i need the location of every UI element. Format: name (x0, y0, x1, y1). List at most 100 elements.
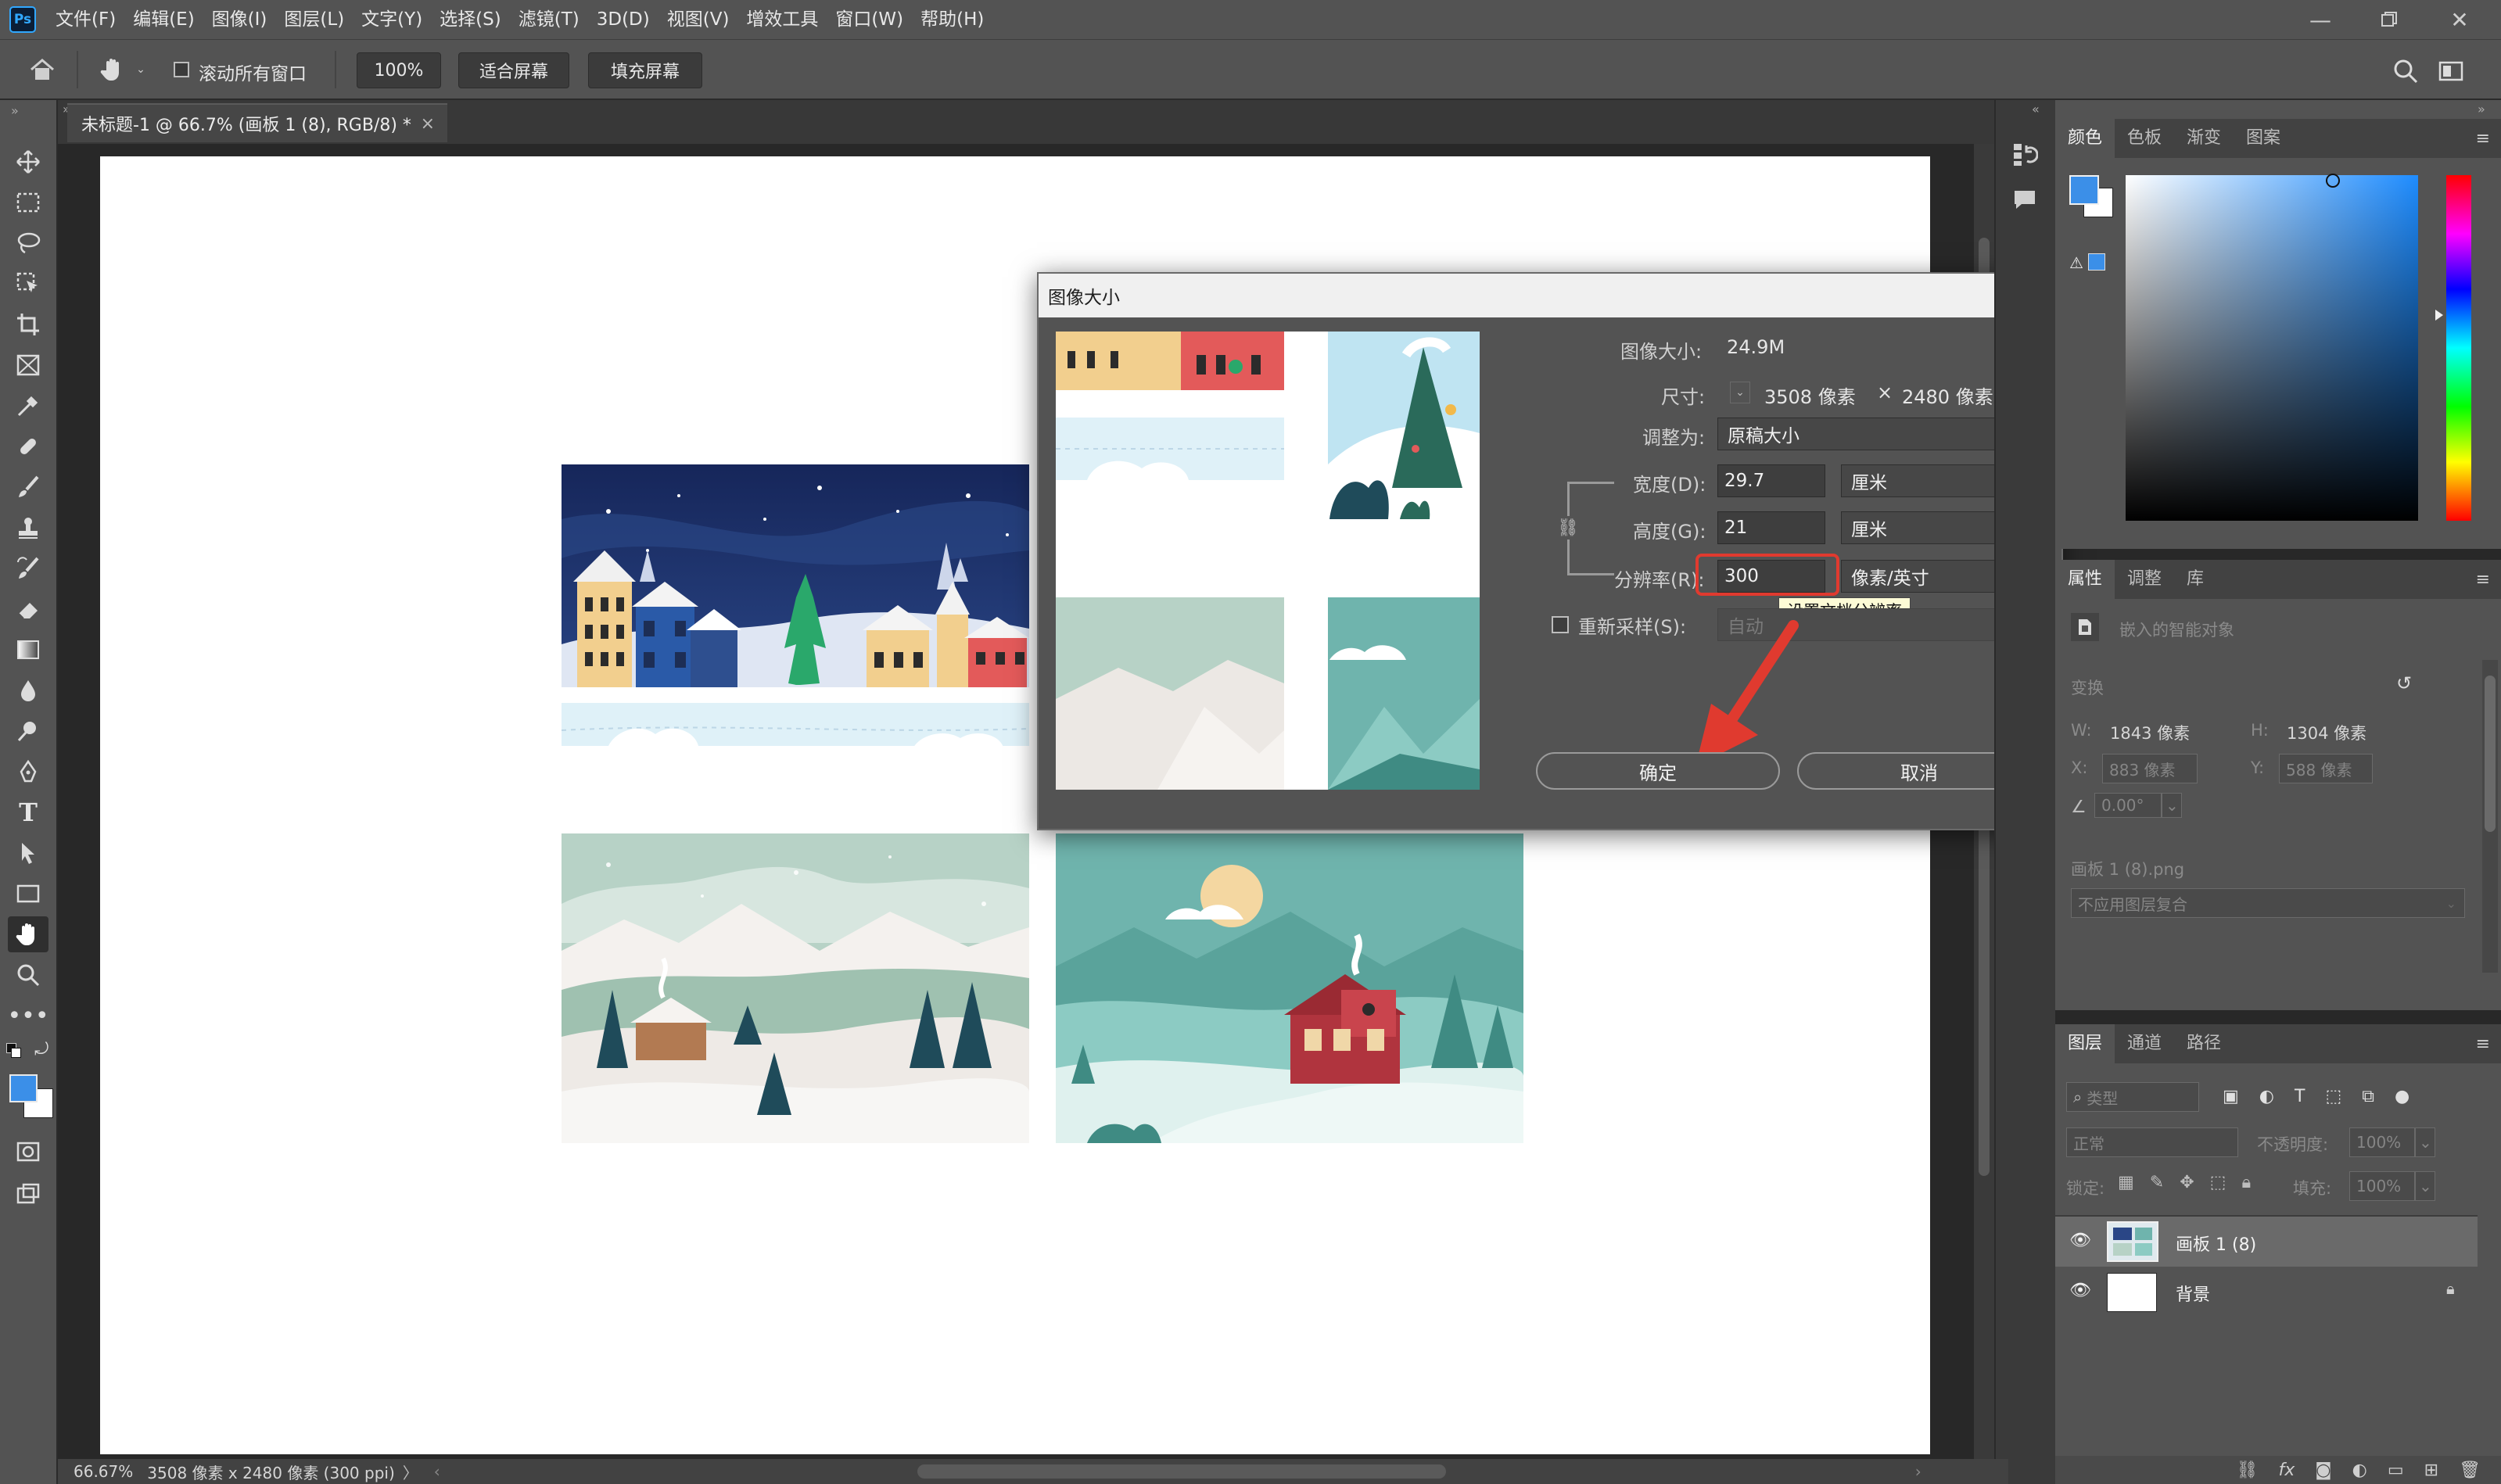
color-field[interactable] (2126, 174, 2418, 521)
scroll-left-icon[interactable]: ‹ (434, 1462, 440, 1481)
eraser-tool[interactable] (8, 591, 48, 627)
rectangle-tool[interactable] (8, 876, 48, 912)
fill-screen-button[interactable]: 填充屏幕 (588, 52, 702, 88)
ok-button[interactable]: 确定 (1536, 752, 1780, 790)
hand-tool-preset-button[interactable] (89, 52, 136, 87)
restore-button[interactable] (2354, 0, 2424, 39)
close-window-button[interactable]: ✕ (2424, 0, 2495, 39)
y-input[interactable]: 588 像素 (2279, 754, 2373, 783)
menu-layer[interactable]: 图层(L) (275, 0, 353, 39)
adjustment-filter-icon[interactable]: ◐ (2259, 1087, 2274, 1109)
crop-tool[interactable] (8, 306, 48, 342)
lock-position-icon[interactable]: ✥ (2180, 1173, 2194, 1192)
tab-layers[interactable]: 图层 (2055, 1024, 2115, 1063)
fill-dropdown[interactable]: ⌄ (2415, 1171, 2435, 1201)
search-button[interactable] (2388, 56, 2423, 87)
home-button[interactable] (23, 54, 61, 85)
opacity-dropdown[interactable]: ⌄ (2415, 1127, 2435, 1157)
color-fg-swatch[interactable] (2069, 175, 2099, 205)
menu-window[interactable]: 窗口(W) (827, 0, 912, 39)
move-tool[interactable] (8, 144, 48, 180)
layer-filter-select[interactable]: ⌕ 类型 (2066, 1082, 2199, 1112)
layer-comp-select[interactable]: 不应用图层复合 ⌄ (2071, 888, 2465, 918)
eyedropper-tool[interactable] (8, 388, 48, 424)
opacity-input[interactable]: 100% (2349, 1127, 2415, 1157)
menu-select[interactable]: 选择(S) (431, 0, 510, 39)
menu-3d[interactable]: 3D(D) (588, 0, 658, 39)
fill-input[interactable]: 100% (2349, 1171, 2415, 1201)
menu-type[interactable]: 文字(Y) (353, 0, 431, 39)
menu-plugins[interactable]: 增效工具 (737, 0, 827, 39)
scroll-right-icon[interactable]: › (1915, 1462, 1922, 1481)
blur-tool[interactable] (8, 672, 48, 708)
menu-edit[interactable]: 编辑(E) (124, 0, 203, 39)
menu-view[interactable]: 视图(V) (658, 0, 738, 39)
link-layers-icon[interactable]: ⛓ (2237, 1461, 2259, 1480)
color-picker-ring[interactable] (2326, 174, 2340, 188)
visibility-eye-icon[interactable]: 👁︎ (2069, 1281, 2091, 1300)
new-layer-icon[interactable]: ⊞ (2424, 1461, 2438, 1480)
width-input[interactable]: 29.7 (1717, 464, 1825, 497)
minimize-button[interactable]: — (2285, 0, 2356, 39)
zoom-tool[interactable] (8, 957, 48, 993)
shape-filter-icon[interactable]: ⬚ (2325, 1087, 2341, 1109)
hue-slider-handle[interactable] (2435, 310, 2443, 321)
marquee-tool[interactable] (8, 185, 48, 220)
type-filter-icon[interactable]: T (2295, 1087, 2305, 1109)
angle-dropdown[interactable]: ⌄ (2162, 793, 2182, 818)
swap-colors-icon[interactable]: ⤾ (34, 1040, 48, 1059)
menu-filter[interactable]: 滤镜(T) (510, 0, 588, 39)
tab-color[interactable]: 颜色 (2055, 119, 2115, 158)
lock-transparent-icon[interactable]: ▦ (2118, 1173, 2134, 1192)
horizontal-scrollbar-thumb[interactable] (917, 1464, 1446, 1479)
quick-mask-button[interactable] (8, 1134, 48, 1170)
path-select-tool[interactable] (8, 835, 48, 871)
close-tab-icon[interactable]: × (421, 114, 435, 134)
smart-filter-icon[interactable]: ⧉ (2362, 1087, 2374, 1109)
x-input[interactable]: 883 像素 (2102, 754, 2198, 783)
height-input[interactable]: 21 (1717, 511, 1825, 544)
comments-panel-button[interactable] (2007, 181, 2043, 217)
lasso-tool[interactable] (8, 225, 48, 261)
tab-adjustments[interactable]: 调整 (2115, 560, 2174, 599)
filter-toggle-icon[interactable]: ● (2395, 1087, 2410, 1109)
image-filter-icon[interactable]: ▣ (2223, 1087, 2239, 1109)
object-select-tool[interactable] (8, 266, 48, 302)
menu-image[interactable]: 图像(I) (203, 0, 276, 39)
tab-channels[interactable]: 通道 (2115, 1024, 2174, 1063)
angle-input[interactable]: 0.00° (2094, 793, 2162, 818)
fx-button[interactable]: fx (2279, 1461, 2295, 1480)
properties-scrollbar[interactable] (2482, 660, 2498, 973)
delete-layer-icon[interactable]: 🗑︎ (2459, 1461, 2481, 1480)
tab-patterns[interactable]: 图案 (2234, 119, 2293, 158)
new-group-icon[interactable]: ▭ (2388, 1461, 2404, 1480)
type-tool[interactable]: T (8, 794, 48, 830)
reset-transform-icon[interactable]: ↺ (2396, 672, 2412, 694)
workspace-button[interactable] (2434, 56, 2468, 87)
tab-gradients[interactable]: 渐变 (2174, 119, 2234, 158)
scroll-all-checkbox[interactable] (174, 62, 189, 77)
tab-libraries[interactable]: 库 (2174, 560, 2216, 599)
zoom-value-field[interactable]: 100% (357, 52, 441, 88)
lock-artboard-icon[interactable]: ⬚ (2210, 1173, 2226, 1192)
hand-tool[interactable] (8, 916, 48, 952)
more-tools[interactable]: ••• (7, 998, 48, 1034)
properties-scrollbar-thumb[interactable] (2485, 676, 2496, 832)
panel-menu-icon[interactable]: ≡ (2476, 570, 2490, 590)
lock-brush-icon[interactable]: ✎ (2150, 1173, 2164, 1192)
chain-link-icon[interactable]: ⛓ (1557, 516, 1579, 539)
foreground-color-swatch[interactable] (9, 1074, 38, 1102)
history-brush-tool[interactable] (8, 550, 48, 586)
blend-mode-select[interactable]: 正常 (2066, 1127, 2238, 1157)
resample-checkbox[interactable] (1552, 616, 1569, 633)
collapse-icon[interactable]: » (2478, 102, 2485, 116)
tab-swatches[interactable]: 色板 (2115, 119, 2174, 158)
collapse-icon[interactable]: » (11, 103, 19, 118)
tab-paths[interactable]: 路径 (2174, 1024, 2234, 1063)
layer-row[interactable]: 👁︎ 画板 1 (8) (2055, 1217, 2478, 1267)
history-panel-button[interactable] (2007, 136, 2043, 172)
dimensions-unit-dropdown[interactable]: ⌄ (1730, 382, 1750, 403)
collapse-icon[interactable]: « (2032, 102, 2040, 116)
chevron-down-icon[interactable]: ⌄ (135, 63, 147, 76)
add-mask-icon[interactable]: ◙ (2315, 1461, 2331, 1480)
